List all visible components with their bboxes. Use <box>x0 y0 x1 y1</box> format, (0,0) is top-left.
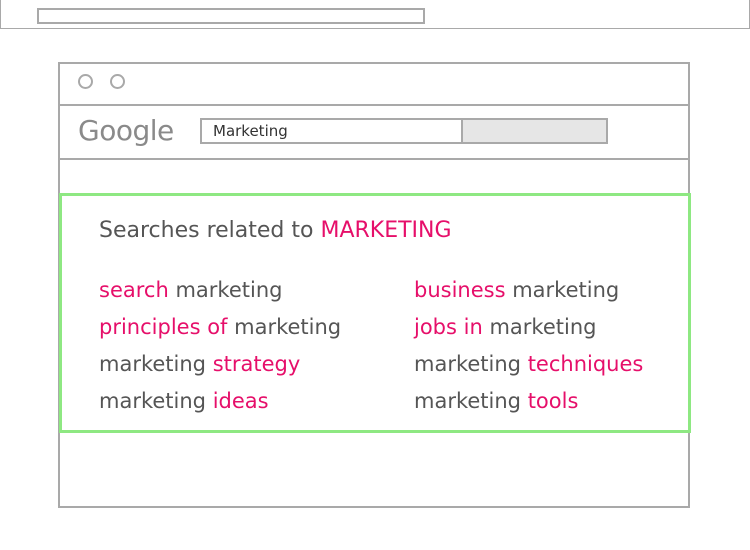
browser-top-bar <box>0 0 750 29</box>
related-search-link[interactable]: marketing techniques <box>414 346 643 383</box>
related-search-link[interactable]: marketing ideas <box>99 383 341 420</box>
related-highlight: ideas <box>212 389 269 413</box>
window-control-circle[interactable] <box>110 74 125 89</box>
related-base-term: marketing <box>414 352 521 376</box>
related-highlight: principles of <box>99 315 228 339</box>
search-header: Google Marketing <box>60 106 688 160</box>
related-search-link[interactable]: jobs in marketing <box>414 309 643 346</box>
related-search-link[interactable]: marketing tools <box>414 383 643 420</box>
related-search-link[interactable]: marketing strategy <box>99 346 341 383</box>
related-base-term: marketing <box>99 389 206 413</box>
heading-term: MARKETING <box>320 218 452 243</box>
related-search-link[interactable]: principles of marketing <box>99 309 341 346</box>
address-bar[interactable] <box>37 8 425 24</box>
search-button[interactable] <box>462 118 608 144</box>
related-highlight: business <box>414 278 506 302</box>
related-highlight: jobs in <box>414 315 483 339</box>
related-search-link[interactable]: search marketing <box>99 272 341 309</box>
related-highlight: strategy <box>212 352 301 376</box>
heading-prefix: Searches related to <box>99 218 314 243</box>
related-highlight: tools <box>527 389 579 413</box>
related-column-left: search marketing principles of marketing… <box>99 272 341 420</box>
related-highlight: techniques <box>527 352 644 376</box>
google-logo: Google <box>78 114 174 147</box>
browser-window: Google Marketing Searches related to MAR… <box>58 62 691 508</box>
related-search-link[interactable]: business marketing <box>414 272 643 309</box>
related-column-right: business marketing jobs in marketing mar… <box>414 272 643 420</box>
search-input[interactable]: Marketing <box>200 118 462 144</box>
related-base-term: marketing <box>99 352 206 376</box>
related-highlight: search <box>99 278 169 302</box>
window-titlebar <box>60 64 688 106</box>
related-base-term: marketing <box>414 389 521 413</box>
related-base-term: marketing <box>234 315 342 339</box>
related-searches-heading: Searches related to MARKETING <box>99 218 452 243</box>
related-base-term: marketing <box>512 278 620 302</box>
window-control-circle[interactable] <box>78 74 93 89</box>
related-base-term: marketing <box>175 278 283 302</box>
related-base-term: marketing <box>489 315 597 339</box>
related-searches-panel: Searches related to MARKETING search mar… <box>59 193 691 433</box>
